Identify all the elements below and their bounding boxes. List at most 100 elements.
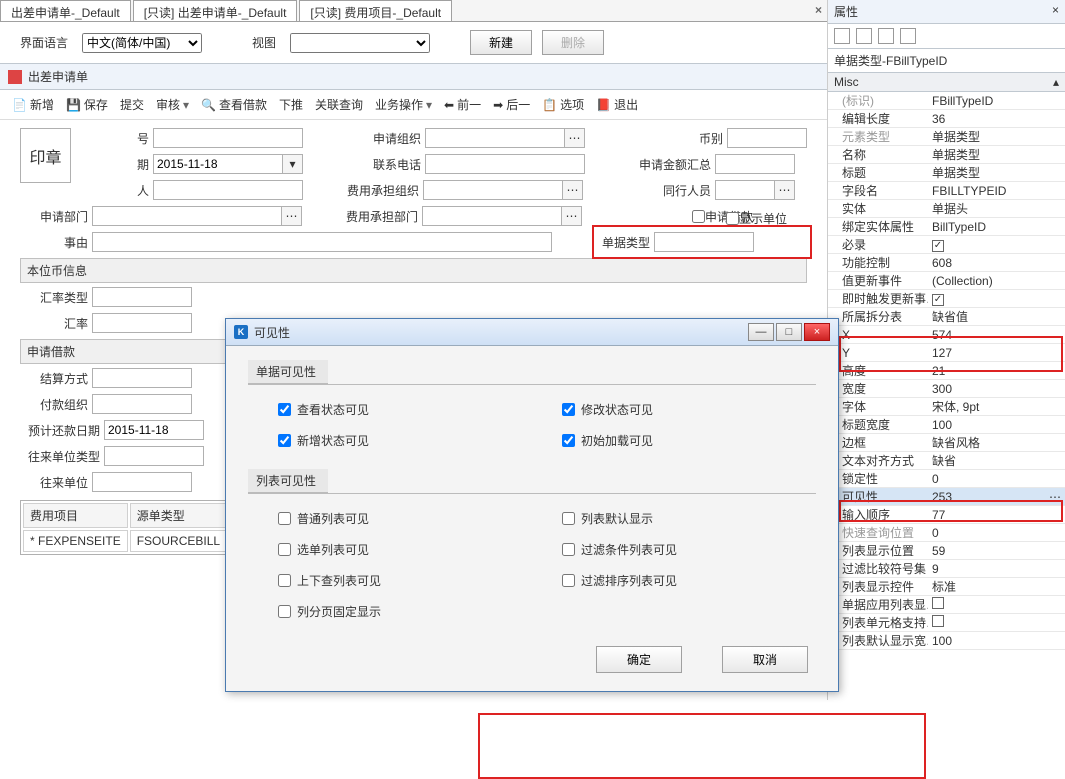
prop-tool-1[interactable] bbox=[834, 28, 850, 44]
checkbox[interactable] bbox=[278, 543, 291, 556]
checkbox[interactable] bbox=[562, 574, 575, 587]
dialog-minimize-button[interactable]: — bbox=[748, 323, 774, 341]
properties-section-misc[interactable]: Misc▴ bbox=[828, 73, 1065, 92]
prop-row[interactable]: 绑定实体属性BillTypeID bbox=[828, 218, 1065, 236]
properties-combo[interactable]: 单据类型-FBillTypeID bbox=[828, 49, 1065, 73]
checkbox[interactable] bbox=[278, 434, 291, 447]
prop-row[interactable]: 文本对齐方式缺省 bbox=[828, 452, 1065, 470]
toolbar-options[interactable]: 📋选项 bbox=[538, 94, 588, 115]
tab-2[interactable]: [只读] 出差申请单-_Default bbox=[133, 0, 298, 21]
costdept-lookup[interactable]: ⋯ bbox=[562, 206, 582, 226]
showunit-checkbox[interactable] bbox=[726, 212, 739, 225]
date-input[interactable] bbox=[153, 154, 283, 174]
prop-row[interactable]: 可见性253 ⋯ bbox=[828, 488, 1065, 506]
prop-row[interactable]: 列表显示位置59 bbox=[828, 542, 1065, 560]
prop-row[interactable]: 标题宽度100 bbox=[828, 416, 1065, 434]
tab-close-icon[interactable]: × bbox=[815, 3, 822, 17]
toolbar-checkloan[interactable]: 🔍查看借款 bbox=[197, 94, 271, 115]
check-item[interactable]: 初始加载可见 bbox=[562, 432, 786, 449]
toolbar-push[interactable]: 下推 bbox=[275, 94, 307, 115]
applyloan-checkbox[interactable] bbox=[692, 210, 705, 223]
prop-row[interactable]: 名称单据类型 bbox=[828, 146, 1065, 164]
prop-row[interactable]: 锁定性0 bbox=[828, 470, 1065, 488]
check-item[interactable]: 新增状态可见 bbox=[278, 432, 502, 449]
prop-row[interactable]: 列表显示控件标准 bbox=[828, 578, 1065, 596]
toolbar-assoc[interactable]: 关联查询 bbox=[311, 94, 367, 115]
currency-input[interactable] bbox=[727, 128, 807, 148]
dialog-ok-button[interactable]: 确定 bbox=[596, 646, 682, 673]
tab-1[interactable]: 出差申请单-_Default bbox=[0, 0, 131, 21]
checkbox[interactable] bbox=[562, 434, 575, 447]
prop-row[interactable]: 列表单元格支持… bbox=[828, 614, 1065, 632]
expectdate-input[interactable] bbox=[104, 420, 204, 440]
reason-input[interactable] bbox=[92, 232, 552, 252]
person-input[interactable] bbox=[153, 180, 303, 200]
check-item[interactable]: 列分页固定显示 bbox=[278, 603, 502, 620]
prop-row[interactable]: 字段名FBILLTYPEID bbox=[828, 182, 1065, 200]
new-button[interactable]: 新建 bbox=[470, 30, 532, 55]
settle-input[interactable] bbox=[92, 368, 192, 388]
payorg-input[interactable] bbox=[92, 394, 192, 414]
phone-input[interactable] bbox=[425, 154, 585, 174]
prop-row[interactable]: 功能控制608 bbox=[828, 254, 1065, 272]
grid-col-expense[interactable]: 费用项目 bbox=[23, 503, 128, 528]
toolbar-new[interactable]: 📄新增 bbox=[8, 94, 58, 115]
grid-col-source[interactable]: 源单类型 bbox=[130, 503, 227, 528]
date-picker-icon[interactable]: ▾ bbox=[283, 154, 303, 174]
prop-row[interactable]: 快速查询位置0 bbox=[828, 524, 1065, 542]
prop-row[interactable]: 高度21 bbox=[828, 362, 1065, 380]
prop-row[interactable]: 元素类型单据类型 bbox=[828, 128, 1065, 146]
costorg-input[interactable] bbox=[423, 180, 563, 200]
prop-row[interactable]: 标题单据类型 bbox=[828, 164, 1065, 182]
toolbar-bizop[interactable]: 业务操作 bbox=[371, 94, 436, 115]
unittype-input[interactable] bbox=[104, 446, 204, 466]
prop-tool-2[interactable] bbox=[856, 28, 872, 44]
dept-lookup[interactable]: ⋯ bbox=[282, 206, 302, 226]
applyorg-lookup[interactable]: ⋯ bbox=[565, 128, 585, 148]
rate-input[interactable] bbox=[92, 313, 192, 333]
check-item[interactable]: 查看状态可见 bbox=[278, 401, 502, 418]
prop-row[interactable]: 列表默认显示宽…100 bbox=[828, 632, 1065, 650]
prop-row[interactable]: 单据应用列表显… bbox=[828, 596, 1065, 614]
companion-input[interactable] bbox=[715, 180, 775, 200]
prop-row[interactable]: 必录✓ bbox=[828, 236, 1065, 254]
ratetype-input[interactable] bbox=[92, 287, 192, 307]
check-item[interactable]: 列表默认显示 bbox=[562, 510, 786, 527]
check-item[interactable]: 选单列表可见 bbox=[278, 541, 502, 558]
dialog-maximize-button[interactable]: □ bbox=[776, 323, 802, 341]
prop-tool-4[interactable] bbox=[900, 28, 916, 44]
checkbox[interactable] bbox=[562, 403, 575, 416]
checkbox[interactable] bbox=[278, 605, 291, 618]
prop-row[interactable]: 宽度300 bbox=[828, 380, 1065, 398]
expense-grid[interactable]: 费用项目源单类型 * FEXPENSEITEFSOURCEBILL bbox=[20, 500, 230, 555]
lang-select[interactable]: 中文(简体/中国) bbox=[82, 33, 202, 53]
dialog-cancel-button[interactable]: 取消 bbox=[722, 646, 808, 673]
dept-input[interactable] bbox=[92, 206, 282, 226]
toolbar-save[interactable]: 💾保存 bbox=[62, 94, 112, 115]
dialog-close-button[interactable]: × bbox=[804, 323, 830, 341]
prop-row[interactable]: 过滤比较符号集9 bbox=[828, 560, 1065, 578]
prop-row[interactable]: 字体宋体, 9pt bbox=[828, 398, 1065, 416]
prop-row[interactable]: 输入顺序77 bbox=[828, 506, 1065, 524]
checkbox[interactable] bbox=[278, 403, 291, 416]
toolbar-audit[interactable]: 审核 bbox=[152, 94, 193, 115]
check-item[interactable]: 修改状态可见 bbox=[562, 401, 786, 418]
prop-row[interactable]: 边框缺省风格 bbox=[828, 434, 1065, 452]
check-item[interactable]: 上下查列表可见 bbox=[278, 572, 502, 589]
delete-button[interactable]: 删除 bbox=[542, 30, 604, 55]
checkbox[interactable] bbox=[278, 574, 291, 587]
unit-input[interactable] bbox=[92, 472, 192, 492]
properties-close-icon[interactable]: × bbox=[1052, 3, 1059, 20]
checkbox[interactable] bbox=[562, 543, 575, 556]
prop-row[interactable]: 编辑长度36 bbox=[828, 110, 1065, 128]
check-item[interactable]: 普通列表可见 bbox=[278, 510, 502, 527]
prop-tool-3[interactable] bbox=[878, 28, 894, 44]
costdept-input[interactable] bbox=[422, 206, 562, 226]
properties-list[interactable]: (标识)FBillTypeID编辑长度36元素类型单据类型名称单据类型标题单据类… bbox=[828, 92, 1065, 700]
prop-row[interactable]: 即时触发更新事…✓ bbox=[828, 290, 1065, 308]
applyorg-input[interactable] bbox=[425, 128, 565, 148]
dialog-titlebar[interactable]: K 可见性 — □ × bbox=[226, 319, 838, 346]
prop-row[interactable]: (标识)FBillTypeID bbox=[828, 92, 1065, 110]
toolbar-next[interactable]: ➡后一 bbox=[489, 94, 534, 115]
prop-row[interactable]: 所属拆分表缺省值 bbox=[828, 308, 1065, 326]
